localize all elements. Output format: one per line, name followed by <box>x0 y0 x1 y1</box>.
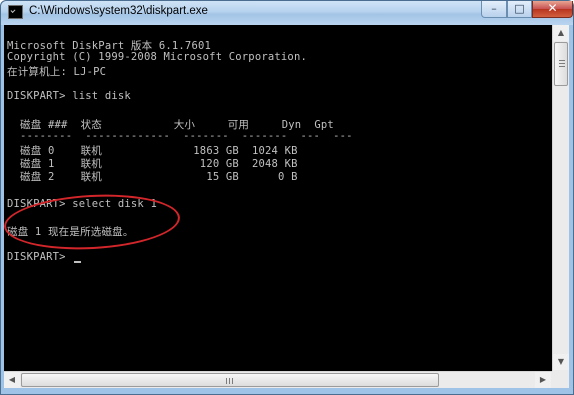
grip-line <box>559 63 565 64</box>
console-window: C:\Windows\system32\diskpart.exe – □ ✕ M… <box>0 0 574 395</box>
disk-table-row: 磁盘 2 联机 15 GB 0 B <box>7 171 298 183</box>
grip-line <box>232 378 233 384</box>
grip-line <box>559 60 565 61</box>
grip-line <box>559 66 565 67</box>
maximize-button[interactable]: □ <box>507 1 532 18</box>
close-button[interactable]: ✕ <box>532 1 573 18</box>
console-line-computer: 在计算机上: LJ-PC <box>7 66 107 78</box>
vertical-scroll-thumb[interactable] <box>554 42 568 86</box>
vertical-scrollbar[interactable]: ▲ ▼ <box>552 25 569 371</box>
console-prompt[interactable]: DISKPART> <box>7 251 72 263</box>
window-title: C:\Windows\system32\diskpart.exe <box>29 5 208 17</box>
scroll-up-arrow-icon[interactable]: ▲ <box>553 25 569 41</box>
scroll-down-arrow-icon[interactable]: ▼ <box>553 354 569 370</box>
size-grip[interactable] <box>552 371 569 388</box>
horizontal-scrollbar[interactable]: ◀ ▶ <box>4 371 552 388</box>
scroll-right-arrow-icon[interactable]: ▶ <box>535 372 551 388</box>
console-line-copyright: Copyright (C) 1999-2008 Microsoft Corpor… <box>7 51 307 63</box>
console-app-icon[interactable] <box>8 5 23 19</box>
console-output[interactable]: Microsoft DiskPart 版本 6.1.7601 Copyright… <box>4 25 552 371</box>
grip-line <box>226 378 227 384</box>
console-line-command-list-disk: DISKPART> list disk <box>7 90 131 102</box>
horizontal-scroll-thumb[interactable] <box>21 373 439 387</box>
scroll-left-arrow-icon[interactable]: ◀ <box>4 372 20 388</box>
title-bar[interactable]: C:\Windows\system32\diskpart.exe – □ ✕ <box>1 1 573 25</box>
grip-line <box>229 378 230 384</box>
text-cursor <box>74 261 81 263</box>
disk-table-separator: -------- ------------- ------- ------- -… <box>7 130 353 142</box>
minimize-button[interactable]: – <box>481 1 507 18</box>
